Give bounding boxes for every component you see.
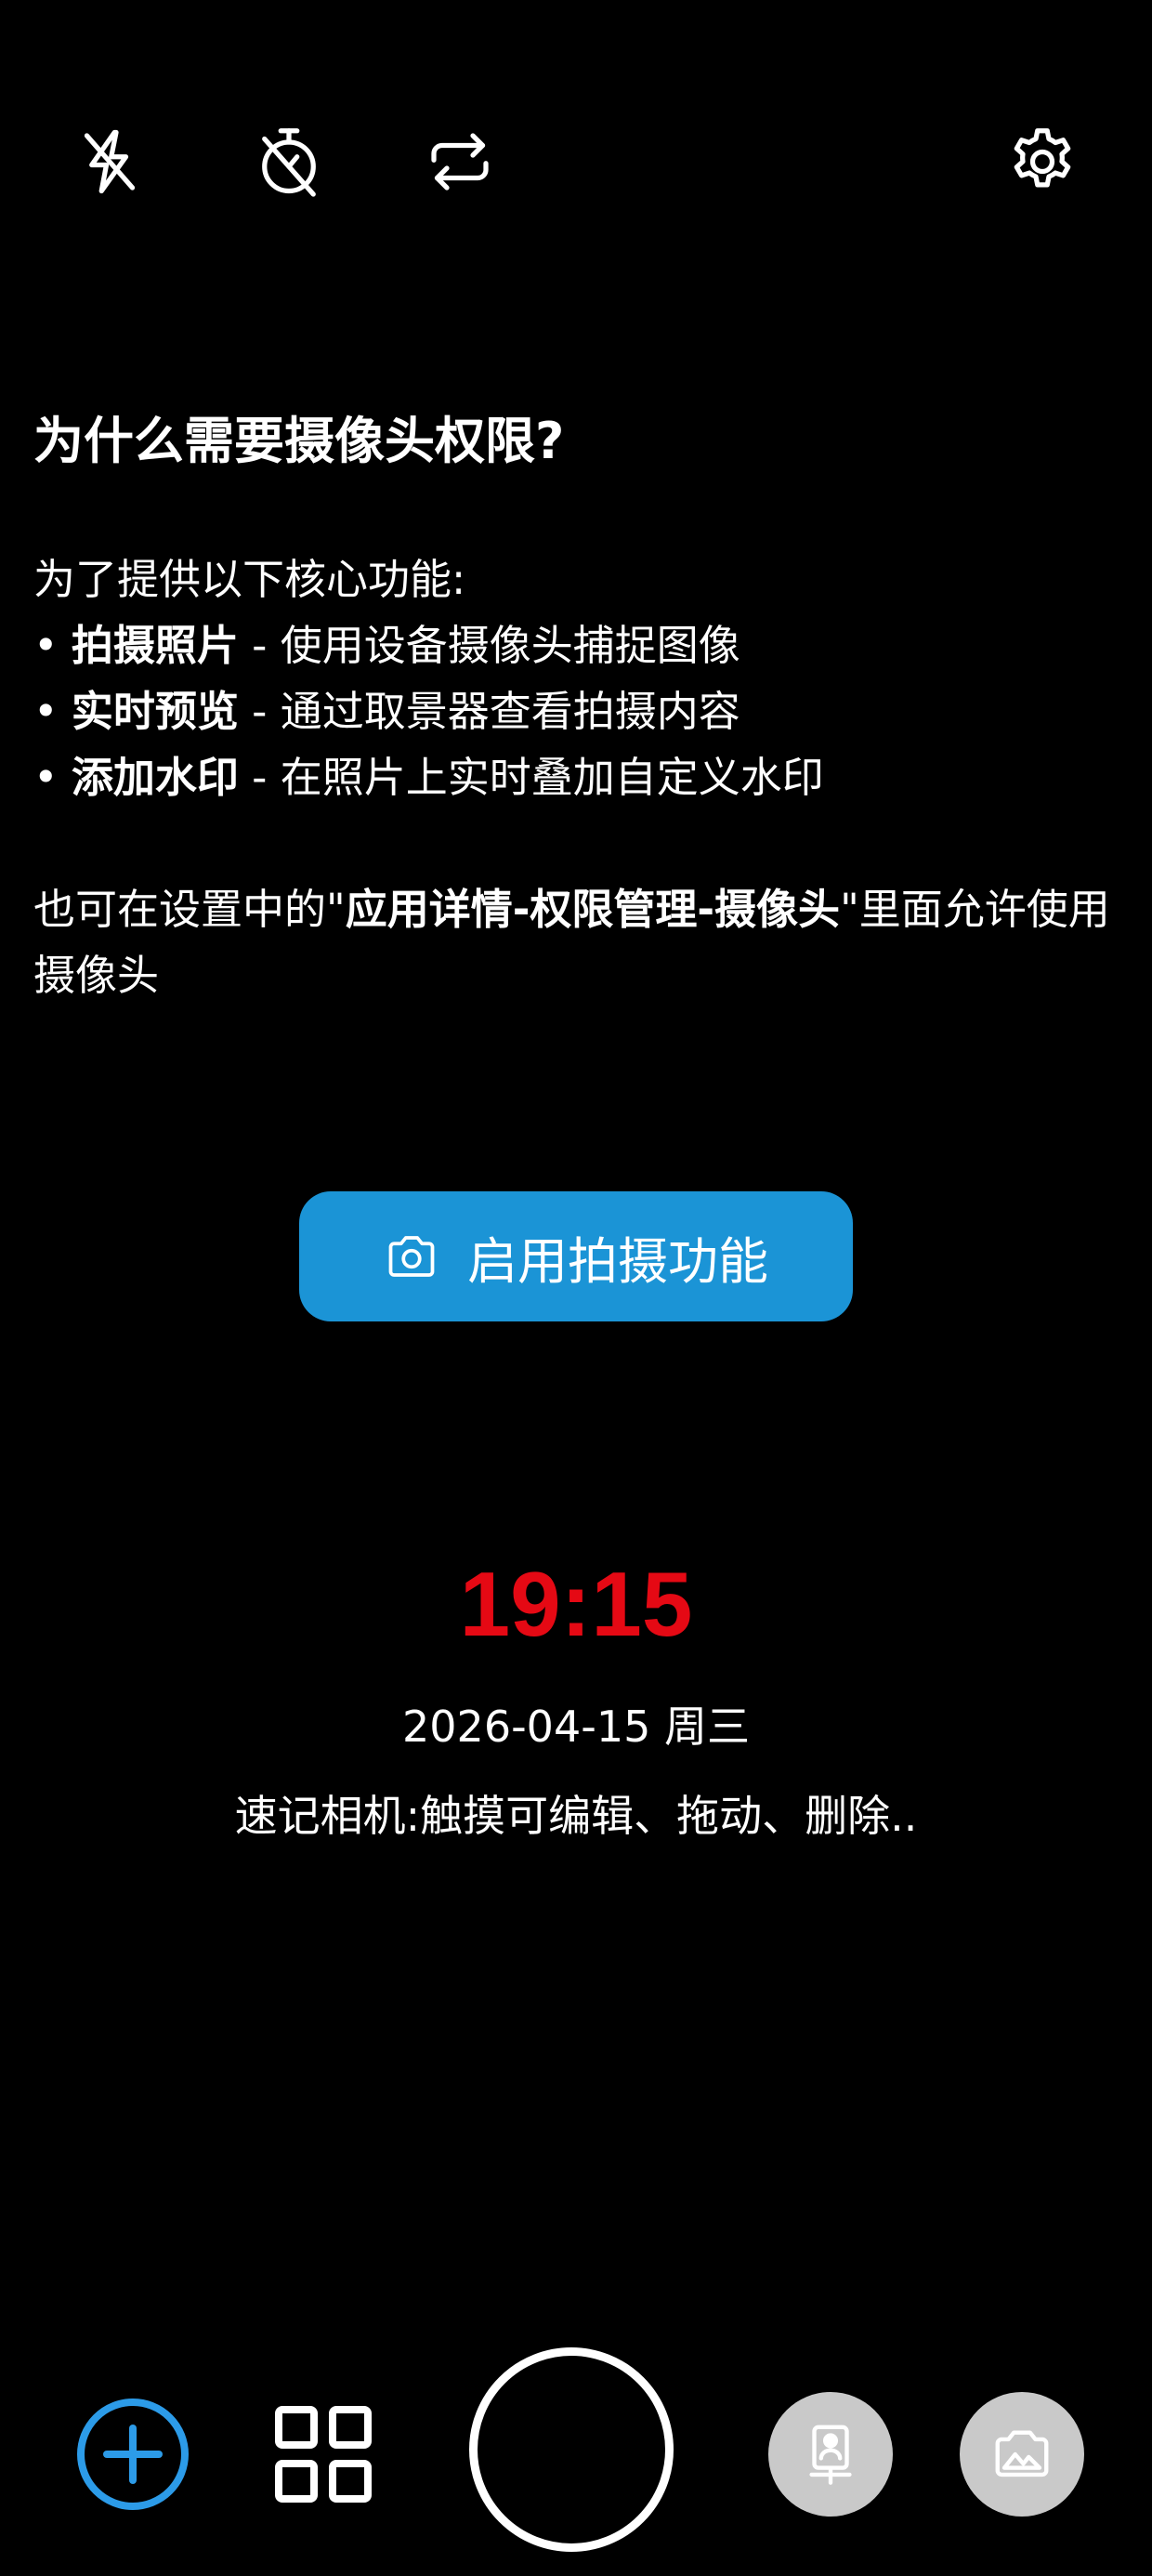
watermark-time[interactable]: 19:15 <box>0 1552 1152 1657</box>
flash-off-icon <box>84 129 136 194</box>
permission-info: 为什么需要摄像头权限? 为了提供以下核心功能: • 拍摄照片 - 使用设备摄像头… <box>33 409 1120 1008</box>
portrait-mode-icon <box>809 2425 852 2485</box>
switch-camera-icon <box>431 133 489 191</box>
feature-name: 实时预览 <box>71 687 239 737</box>
feature-desc: - 通过取景器查看拍摄内容 <box>238 687 740 737</box>
list-item: • 添加水印 - 在照片上实时叠加自定义水印 <box>33 753 824 803</box>
timer-off-icon <box>262 128 316 197</box>
feature-name: 添加水印 <box>71 753 239 803</box>
gear-icon <box>1014 128 1071 188</box>
timer-toggle-button[interactable] <box>242 115 335 208</box>
settings-button[interactable] <box>996 115 1089 208</box>
add-watermark-button[interactable] <box>76 2398 190 2511</box>
gallery-button[interactable] <box>960 2392 1084 2517</box>
feature-desc: - 使用设备摄像头捕捉图像 <box>238 621 740 671</box>
settings-hint: 也可在设置中的"应用详情-权限管理-摄像头"里面允许使用摄像头 <box>33 885 1110 1001</box>
flash-toggle-button[interactable] <box>63 115 156 208</box>
add-circle-icon <box>77 2399 189 2510</box>
permission-title: 为什么需要摄像头权限? <box>33 412 565 470</box>
watermark-note[interactable]: 速记相机:触摸可编辑、拖动、删除.. <box>0 1782 1152 1844</box>
feature-desc: - 在照片上实时叠加自定义水印 <box>238 753 824 803</box>
grid-icon <box>275 2406 372 2503</box>
watermark-date[interactable]: 2026-04-15 周三 <box>0 1693 1152 1755</box>
enable-camera-button[interactable]: 启用拍摄功能 <box>299 1191 853 1321</box>
portrait-mode-button[interactable] <box>768 2392 893 2517</box>
shutter-button[interactable] <box>469 2347 674 2552</box>
permission-intro: 为了提供以下核心功能: <box>33 555 466 605</box>
list-item: • 实时预览 - 通过取景器查看拍摄内容 <box>33 687 740 737</box>
camera-icon <box>388 1236 435 1277</box>
enable-camera-label: 启用拍摄功能 <box>467 1231 768 1291</box>
list-item: • 拍摄照片 - 使用设备摄像头捕捉图像 <box>33 621 740 671</box>
feature-list: • 拍摄照片 - 使用设备摄像头捕捉图像 • 实时预览 - 通过取景器查看拍摄内… <box>33 612 1120 810</box>
gallery-icon <box>995 2430 1049 2477</box>
switch-camera-button[interactable] <box>413 115 506 208</box>
grid-button[interactable] <box>275 2406 372 2503</box>
feature-name: 拍摄照片 <box>71 621 239 671</box>
